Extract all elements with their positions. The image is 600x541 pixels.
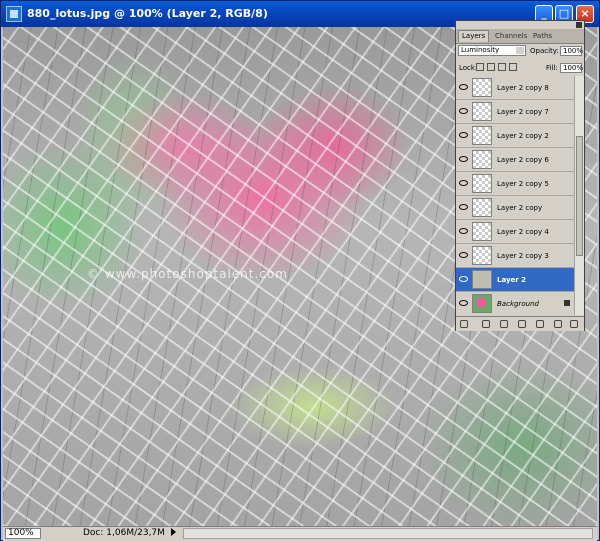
layer-row[interactable]: Layer 2 copy bbox=[456, 196, 574, 220]
lock-transparent-icon[interactable] bbox=[476, 63, 484, 71]
layer-row-background[interactable]: Background bbox=[456, 292, 574, 315]
layer-thumbnail bbox=[472, 102, 492, 121]
layer-mask-icon[interactable] bbox=[500, 320, 508, 328]
layer-row[interactable]: Layer 2 copy 5 bbox=[456, 172, 574, 196]
opacity-label: Opacity: bbox=[530, 47, 559, 55]
layer-thumbnail bbox=[472, 78, 492, 97]
eye-icon[interactable] bbox=[459, 300, 468, 306]
fill-label: Fill: bbox=[546, 64, 558, 72]
layer-thumbnail bbox=[472, 270, 492, 289]
layer-thumbnail bbox=[472, 246, 492, 265]
layer-name: Layer 2 copy 6 bbox=[497, 156, 549, 164]
zoom-field[interactable]: 100% bbox=[5, 528, 41, 539]
layer-thumbnail bbox=[472, 198, 492, 217]
eye-icon[interactable] bbox=[459, 228, 468, 234]
layer-thumbnail bbox=[472, 150, 492, 169]
layer-list: Layer 2 copy 8 Layer 2 copy 7 Layer 2 co… bbox=[456, 76, 574, 315]
doc-size-info: Doc: 1,06M/23,7M bbox=[83, 528, 165, 538]
lock-icons bbox=[476, 63, 526, 73]
horizontal-scrollbar[interactable] bbox=[183, 528, 593, 539]
layer-row[interactable]: Layer 2 copy 2 bbox=[456, 124, 574, 148]
layer-name: Layer 2 copy 5 bbox=[497, 180, 549, 188]
eye-icon[interactable] bbox=[459, 132, 468, 138]
eye-icon[interactable] bbox=[459, 252, 468, 258]
layer-thumbnail bbox=[472, 126, 492, 145]
layer-thumbnail bbox=[472, 222, 492, 241]
eye-icon[interactable] bbox=[459, 204, 468, 210]
layers-scrollbar[interactable] bbox=[574, 76, 584, 315]
eye-icon[interactable] bbox=[459, 108, 468, 114]
layer-row[interactable]: Layer 2 copy 7 bbox=[456, 100, 574, 124]
eye-icon[interactable] bbox=[459, 180, 468, 186]
layer-name: Layer 2 copy 8 bbox=[497, 84, 549, 92]
status-bar: 100% Doc: 1,06M/23,7M bbox=[3, 526, 597, 541]
lock-all-icon[interactable] bbox=[509, 63, 517, 71]
fill-field[interactable]: 100% bbox=[560, 63, 583, 73]
new-group-icon[interactable] bbox=[536, 320, 544, 328]
layers-panel: Layers Channels Paths Luminosity Opacity… bbox=[455, 20, 585, 331]
lock-label: Lock: bbox=[459, 64, 478, 72]
panel-close-icon[interactable] bbox=[576, 22, 582, 28]
scrollbar-thumb[interactable] bbox=[576, 136, 583, 256]
layer-style-icon[interactable] bbox=[482, 320, 490, 328]
adjustment-layer-icon[interactable] bbox=[518, 320, 526, 328]
lock-icon bbox=[564, 300, 570, 306]
layer-row[interactable]: Layer 2 copy 8 bbox=[456, 76, 574, 100]
window-title: 880_lotus.jpg @ 100% (Layer 2, RGB/8) bbox=[27, 7, 268, 20]
layer-name: Layer 2 copy 7 bbox=[497, 108, 549, 116]
link-layers-icon[interactable] bbox=[460, 320, 468, 328]
lock-move-icon[interactable] bbox=[498, 63, 506, 71]
layer-row[interactable]: Layer 2 copy 3 bbox=[456, 244, 574, 268]
tab-layers[interactable]: Layers bbox=[458, 30, 490, 42]
eye-icon[interactable] bbox=[459, 84, 468, 90]
layer-name: Layer 2 copy 2 bbox=[497, 132, 549, 140]
trash-icon[interactable] bbox=[570, 320, 578, 328]
blend-mode-select[interactable]: Luminosity bbox=[458, 45, 526, 56]
layer-name: Layer 2 copy 4 bbox=[497, 228, 549, 236]
layer-row-selected[interactable]: Layer 2 bbox=[456, 268, 574, 292]
opacity-field[interactable]: 100% bbox=[560, 46, 583, 56]
layer-row[interactable]: Layer 2 copy 6 bbox=[456, 148, 574, 172]
layers-panel-toolbar bbox=[456, 316, 584, 331]
layer-name: Background bbox=[497, 300, 539, 308]
tab-channels[interactable]: Channels bbox=[492, 31, 530, 42]
panel-tabs: Layers Channels Paths bbox=[456, 29, 584, 44]
layer-thumbnail bbox=[472, 174, 492, 193]
lock-brush-icon[interactable] bbox=[487, 63, 495, 71]
layer-row[interactable]: Layer 2 copy 4 bbox=[456, 220, 574, 244]
layer-name: Layer 2 bbox=[497, 276, 527, 284]
layer-name: Layer 2 copy bbox=[497, 204, 543, 212]
tab-paths[interactable]: Paths bbox=[530, 31, 555, 42]
new-layer-icon[interactable] bbox=[554, 320, 562, 328]
eye-icon[interactable] bbox=[459, 276, 468, 282]
photoshop-app-icon bbox=[6, 6, 22, 22]
layer-name: Layer 2 copy 3 bbox=[497, 252, 549, 260]
watermark-text: © www.photoshoptalent.com bbox=[87, 267, 288, 281]
status-menu-arrow-icon[interactable] bbox=[171, 528, 176, 536]
background-thumbnail bbox=[472, 294, 492, 313]
eye-icon[interactable] bbox=[459, 156, 468, 162]
